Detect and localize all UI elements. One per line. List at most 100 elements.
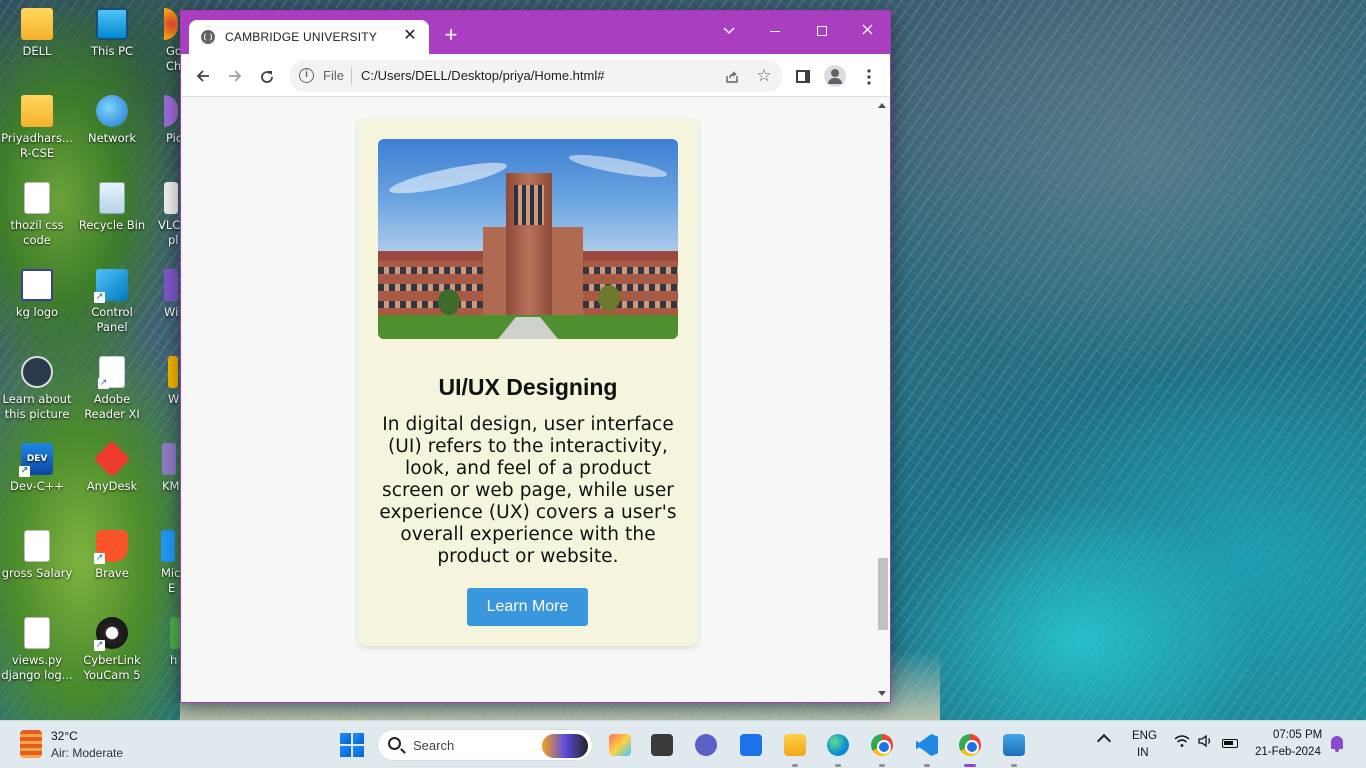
chrome-icon bbox=[959, 734, 981, 756]
desktop-icon-gross-salary[interactable]: gross Salary bbox=[0, 530, 74, 581]
desktop-icon-kg-logo[interactable]: kg logo bbox=[0, 269, 74, 320]
image-icon bbox=[21, 269, 53, 301]
network-icon bbox=[96, 95, 128, 127]
desktop-icon-this-pc[interactable]: This PC bbox=[75, 8, 149, 59]
desktop-icon-priyadharshini-folder[interactable]: Priyadhars... R-CSE bbox=[0, 95, 74, 161]
desktop-icon-dell[interactable]: DELL bbox=[0, 8, 74, 59]
tab-search-button[interactable] bbox=[706, 16, 752, 46]
taskbar-app-file-explorer[interactable] bbox=[779, 729, 811, 767]
taskbar-task-view[interactable] bbox=[646, 729, 678, 761]
taskbar-app-pre[interactable] bbox=[604, 729, 636, 761]
desktop-icon-label: Pic bbox=[166, 131, 180, 145]
page-scrollbar[interactable] bbox=[875, 98, 890, 702]
side-panel-button[interactable] bbox=[789, 62, 817, 90]
desktop-icon-thozil-css[interactable]: thozil css code bbox=[0, 182, 74, 248]
maximize-button[interactable] bbox=[799, 16, 845, 46]
learn-more-button[interactable]: Learn More bbox=[467, 588, 588, 626]
desktop-icon-label: Priyadhars... R-CSE bbox=[1, 131, 73, 160]
menu-button[interactable] bbox=[855, 62, 883, 90]
taskbar-app-meet[interactable] bbox=[690, 729, 722, 761]
back-button[interactable] bbox=[189, 62, 217, 90]
app-icon bbox=[161, 530, 175, 562]
taskbar: 32°C Air: Moderate Search ENG IN 07:05 P… bbox=[0, 720, 1366, 768]
chevron-up-icon[interactable] bbox=[1096, 733, 1112, 749]
desktop-icon-partial[interactable]: Mic E bbox=[150, 530, 180, 596]
desktop-icon-recycle-bin[interactable]: Recycle Bin bbox=[75, 182, 149, 233]
taskbar-app-notepad[interactable] bbox=[998, 729, 1030, 767]
desktop-icon-cyberlink[interactable]: CyberLink YouCam 5 bbox=[75, 617, 149, 683]
desktop-icon-partial[interactable]: h bbox=[150, 617, 180, 668]
scroll-down-arrow-icon[interactable] bbox=[878, 691, 886, 696]
wifi-icon[interactable] bbox=[1173, 734, 1191, 752]
new-tab-button[interactable]: + bbox=[439, 23, 463, 47]
desktop-icon-label: Ch bbox=[166, 59, 180, 73]
notification-bell-icon[interactable] bbox=[1331, 736, 1343, 752]
weather-description: Air: Moderate bbox=[51, 746, 124, 760]
recycle-bin-icon bbox=[99, 182, 125, 214]
share-icon[interactable] bbox=[721, 65, 743, 87]
minimize-icon bbox=[770, 30, 780, 32]
window-row bbox=[583, 267, 678, 274]
battery-icon[interactable] bbox=[1222, 739, 1238, 748]
taskbar-app-vscode[interactable] bbox=[911, 729, 943, 767]
reload-button[interactable] bbox=[253, 62, 281, 90]
close-tab-icon[interactable]: ✕ bbox=[401, 26, 419, 46]
desktop-icon-anydesk[interactable]: AnyDesk bbox=[75, 440, 149, 494]
desktop-icon-brave[interactable]: Brave bbox=[75, 530, 149, 581]
control-panel-icon bbox=[94, 269, 128, 303]
taskbar-app-chrome-profile[interactable] bbox=[866, 729, 898, 767]
window-row bbox=[583, 284, 678, 291]
desktop-icon-label: W bbox=[168, 392, 180, 406]
taskbar-app-mail[interactable] bbox=[735, 729, 767, 761]
anydesk-icon bbox=[93, 440, 131, 478]
desktop-icon-network[interactable]: Network bbox=[75, 95, 149, 146]
desktop-icon-label: E bbox=[168, 581, 176, 595]
folder-icon bbox=[21, 8, 53, 40]
desktop-icon-partial[interactable]: VLC pl bbox=[150, 182, 180, 248]
forward-button[interactable] bbox=[221, 62, 249, 90]
vlc-icon bbox=[164, 182, 178, 214]
info-icon[interactable]: i bbox=[299, 68, 314, 83]
browser-tab[interactable]: CAMBRIDGE UNIVERSITY ✕ bbox=[189, 20, 429, 54]
desktop-icon-learn-picture[interactable]: Learn about this picture bbox=[0, 356, 74, 422]
desktop-icon-partial[interactable]: Wi bbox=[150, 269, 180, 320]
taskbar-app-edge[interactable] bbox=[822, 729, 854, 767]
meet-icon bbox=[695, 734, 717, 756]
start-button[interactable] bbox=[340, 733, 364, 757]
scrollbar-thumb[interactable] bbox=[878, 558, 888, 630]
desktop-icon-partial[interactable]: KM bbox=[150, 443, 180, 494]
desktop-icon-partial[interactable]: W bbox=[150, 356, 180, 407]
desktop-icon-label: AnyDesk bbox=[86, 479, 138, 493]
file-explorer-icon bbox=[784, 734, 806, 756]
arrow-left-icon bbox=[196, 70, 209, 82]
desktop-icon-partial[interactable]: Go Ch bbox=[150, 8, 180, 74]
search-icon bbox=[388, 737, 401, 750]
desktop-icon-adobe-reader[interactable]: Adobe Reader XI bbox=[75, 356, 149, 422]
page-viewport: UI/UX Designing In digital design, user … bbox=[181, 98, 890, 702]
desktop-icon-views-py[interactable]: views.py django log... bbox=[0, 617, 74, 683]
desktop-icon-label: Go bbox=[166, 44, 180, 58]
desktop-icon-control-panel[interactable]: Control Panel bbox=[75, 269, 149, 335]
desktop-icon-label: Mic bbox=[161, 566, 180, 580]
close-icon bbox=[862, 24, 872, 35]
reload-icon bbox=[261, 71, 273, 84]
chrome-icon bbox=[164, 8, 178, 40]
desktop-icon-partial[interactable]: Pic bbox=[150, 95, 180, 146]
profile-button[interactable] bbox=[821, 62, 849, 90]
taskbar-search[interactable]: Search bbox=[377, 729, 593, 761]
taskbar-app-chrome[interactable] bbox=[954, 729, 986, 767]
brave-icon bbox=[94, 530, 128, 564]
url-text[interactable]: C:/Users/DELL/Desktop/priya/Home.html# bbox=[361, 68, 604, 83]
region-code: IN bbox=[1137, 747, 1149, 759]
camera-icon bbox=[21, 356, 53, 388]
address-bar[interactable]: i File C:/Users/DELL/Desktop/priya/Home.… bbox=[289, 60, 783, 92]
minimize-button[interactable] bbox=[752, 16, 798, 46]
volume-icon[interactable] bbox=[1197, 734, 1215, 752]
search-label: Search bbox=[413, 738, 455, 753]
scroll-up-arrow-icon[interactable] bbox=[878, 103, 886, 108]
clock-time: 07:05 PM bbox=[1273, 729, 1323, 741]
desktop-icon-devcpp[interactable]: DEV Dev-C++ bbox=[0, 443, 74, 494]
bookmark-star-icon[interactable]: ☆ bbox=[753, 65, 775, 87]
course-card: UI/UX Designing In digital design, user … bbox=[358, 118, 698, 646]
close-window-button[interactable] bbox=[844, 16, 890, 46]
